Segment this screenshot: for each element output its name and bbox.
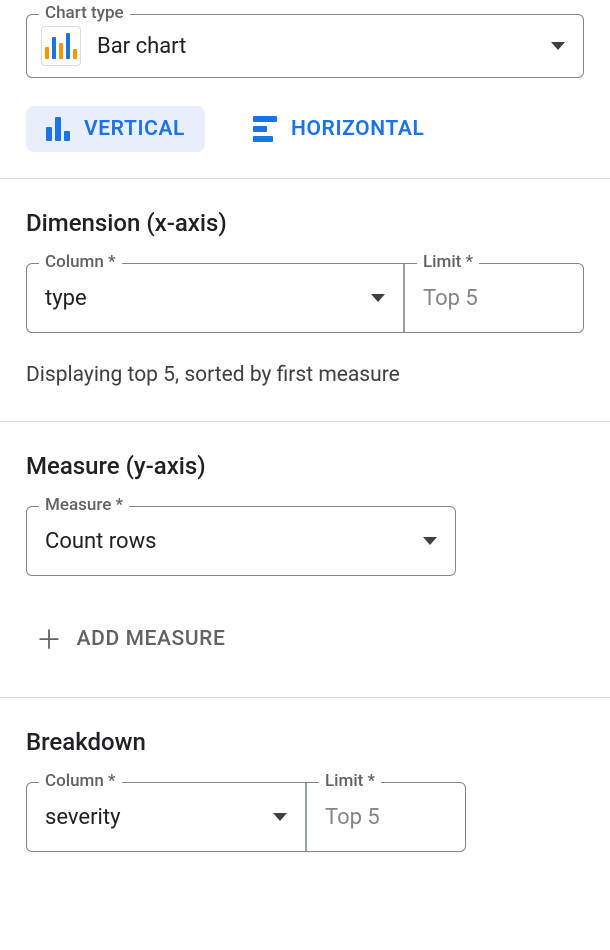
dimension-row: Column * type Limit * Top 5 [26, 263, 584, 333]
dimension-column-value: type [45, 286, 371, 311]
dimension-limit-label: Limit * [417, 252, 479, 272]
breakdown-heading: Breakdown [26, 728, 584, 756]
chevron-down-icon [371, 294, 385, 302]
dimension-limit-input[interactable]: Limit * Top 5 [403, 264, 583, 332]
measure-heading: Measure (y-axis) [26, 452, 584, 480]
add-measure-button[interactable]: ＋ ADD MEASURE [36, 620, 584, 657]
vertical-bars-icon [46, 117, 70, 141]
breakdown-limit-label: Limit * [319, 771, 381, 791]
breakdown-column-value: severity [45, 805, 273, 830]
dimension-column-select[interactable]: Column * type [27, 264, 403, 332]
tab-horizontal[interactable]: HORIZONTAL [233, 106, 444, 152]
dimension-column-label: Column * [39, 252, 122, 272]
add-measure-label: ADD MEASURE [77, 627, 226, 651]
breakdown-limit-value: Top 5 [325, 805, 447, 830]
chart-type-select[interactable]: Chart type Bar chart [26, 14, 584, 78]
chevron-down-icon [423, 537, 437, 545]
divider [0, 178, 610, 179]
breakdown-row: Column * severity Limit * Top 5 [26, 782, 466, 852]
breakdown-column-label: Column * [39, 771, 122, 791]
measure-select[interactable]: Measure * Count rows [26, 506, 456, 576]
chart-type-value: Bar chart [97, 34, 551, 59]
horizontal-bars-icon [253, 116, 277, 142]
breakdown-column-select[interactable]: Column * severity [27, 783, 305, 851]
bar-chart-icon [41, 26, 81, 66]
tab-horizontal-label: HORIZONTAL [291, 117, 424, 141]
measure-value: Count rows [45, 529, 423, 554]
divider [0, 421, 610, 422]
orientation-tabs: VERTICAL HORIZONTAL [26, 106, 584, 152]
plus-icon: ＋ [36, 620, 63, 657]
dimension-heading: Dimension (x-axis) [26, 209, 584, 237]
chevron-down-icon [551, 42, 565, 50]
chart-type-label: Chart type [39, 3, 130, 23]
dimension-limit-value: Top 5 [423, 286, 565, 311]
breakdown-limit-input[interactable]: Limit * Top 5 [305, 783, 465, 851]
divider [0, 697, 610, 698]
measure-label: Measure * [39, 495, 129, 515]
tab-vertical[interactable]: VERTICAL [26, 106, 205, 152]
tab-vertical-label: VERTICAL [84, 117, 185, 141]
dimension-note: Displaying top 5, sorted by first measur… [26, 363, 584, 387]
chevron-down-icon [273, 813, 287, 821]
